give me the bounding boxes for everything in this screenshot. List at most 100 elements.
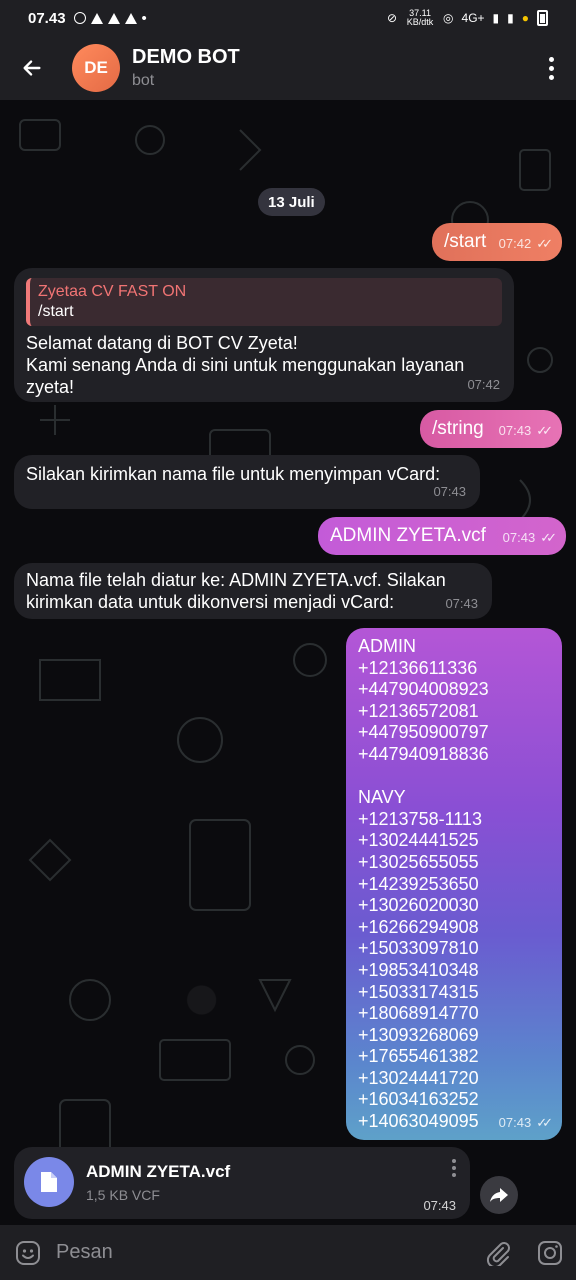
more-options-button[interactable] <box>526 36 576 100</box>
message-line: +447904008923 <box>358 679 489 700</box>
message-line: +15033097810 <box>358 938 479 959</box>
message-meta: 07:43 ✓✓ <box>498 420 553 442</box>
outgoing-message[interactable]: ADMIN +12136611336 +447904008923 +121365… <box>346 628 562 1140</box>
message-input-bar <box>0 1225 576 1280</box>
message-text: /string <box>432 418 484 439</box>
hotspot-icon: ◎ <box>443 11 454 25</box>
message-line: NAVY <box>358 787 406 808</box>
network-type: 4G+ <box>461 11 485 25</box>
message-line <box>358 766 550 788</box>
file-message[interactable]: ADMIN ZYETA.vcf 1,5 KB VCF 07:43 <box>14 1147 470 1219</box>
read-check-icon: ✓✓ <box>536 1115 553 1131</box>
message-line: zyeta! <box>26 377 75 397</box>
message-time: 07:43 <box>445 596 478 611</box>
message-line: +1213758-1113 <box>358 808 482 829</box>
outgoing-message[interactable]: /string 07:43 ✓✓ <box>420 410 562 448</box>
share-icon <box>490 1188 508 1202</box>
message-time: 07:43 <box>498 1115 532 1131</box>
message-input[interactable] <box>56 1232 472 1273</box>
message-line: +13025655055 <box>358 851 479 872</box>
battery-icon <box>537 10 548 26</box>
whatsapp-icon <box>73 12 86 24</box>
more-notifications-icon: • <box>141 9 147 27</box>
avatar[interactable]: DE <box>72 44 120 92</box>
message-line: Selamat datang di BOT CV Zyeta! <box>26 333 298 353</box>
message-time: 07:42 <box>467 377 500 392</box>
signal-icon: ▮ <box>507 11 514 25</box>
file-size: 1,5 KB VCF <box>86 1187 160 1203</box>
message-time: 07:43 <box>423 1198 456 1213</box>
message-line: +17655461382 <box>358 1046 479 1067</box>
arrow-left-icon <box>23 60 41 76</box>
status-right: ⊘ 37.11 KB/dtk ◎ 4G+ ▮ ▮ ● <box>387 9 548 27</box>
dot-icon <box>548 65 554 71</box>
document-icon <box>41 1172 57 1192</box>
message-line: +12136611336 <box>358 657 478 678</box>
outgoing-message[interactable]: ADMIN ZYETA.vcf 07:43 ✓✓ <box>318 517 566 555</box>
dot-icon <box>452 1173 456 1177</box>
message-line: +13024441720 <box>358 1067 479 1088</box>
message-time: 07:43 <box>433 484 466 499</box>
message-meta: 07:43 ✓✓ <box>502 527 557 549</box>
status-time: 07.43 <box>28 9 66 27</box>
outgoing-message[interactable]: /start 07:42 ✓✓ <box>432 223 562 261</box>
camera-icon <box>538 1240 562 1265</box>
file-options-button[interactable] <box>452 1159 456 1177</box>
net-speed: 37.11 KB/dtk <box>406 8 434 27</box>
incoming-message[interactable]: Zyetaa CV FAST ON /start Selamat datang … <box>14 268 514 402</box>
chat-header: DE DEMO BOT bot <box>0 36 576 100</box>
signal-icon: ▮ <box>492 11 500 25</box>
message-time: 07:43 <box>502 530 536 545</box>
file-name: ADMIN ZYETA.vcf <box>86 1162 231 1181</box>
message-time: 07:43 <box>498 423 532 438</box>
read-check-icon: ✓✓ <box>536 236 553 251</box>
emoji-button[interactable] <box>0 1225 56 1280</box>
dot-icon <box>548 74 554 80</box>
message-text: ADMIN ZYETA.vcf <box>330 525 486 546</box>
reply-text: /start <box>38 303 74 320</box>
status-bar: 07.43 • ⊘ 37.11 KB/dtk ◎ 4G+ ▮ ▮ ● <box>0 0 576 36</box>
message-line: +14239253650 <box>358 873 479 894</box>
message-line: +12136572081 <box>358 700 479 721</box>
paperclip-icon <box>486 1241 510 1266</box>
message-line: +13093268069 <box>358 1024 479 1045</box>
camera-button[interactable] <box>524 1225 576 1280</box>
charging-icon: ● <box>521 11 529 25</box>
mute-icon: ⊘ <box>386 11 398 25</box>
chat-title: DEMO BOT <box>132 46 240 68</box>
message-text: Silakan kirimkan nama file untuk menyimp… <box>26 464 441 484</box>
message-meta: 07:42 ✓✓ <box>498 233 553 255</box>
message-time: 07:42 <box>498 236 532 251</box>
message-line: +13024441525 <box>358 830 479 851</box>
message-line: +15033174315 <box>358 981 479 1002</box>
telegram-icon <box>107 12 120 24</box>
message-line: +16266294908 <box>358 916 479 937</box>
message-text: Selamat datang di BOT CV Zyeta! Kami sen… <box>26 332 502 398</box>
file-download-button[interactable] <box>24 1157 74 1207</box>
message-line: +19853410348 <box>358 959 479 980</box>
incoming-message[interactable]: Nama file telah diatur ke: ADMIN ZYETA.v… <box>14 563 492 619</box>
attach-button[interactable] <box>472 1225 524 1280</box>
message-meta: 07:43 ✓✓ <box>498 1112 553 1134</box>
date-separator: 13 Juli <box>258 188 325 216</box>
message-line: +447950900797 <box>358 722 489 743</box>
reply-quote[interactable]: Zyetaa CV FAST ON /start <box>26 278 502 326</box>
dot-icon <box>548 56 554 62</box>
chat-area[interactable]: 13 Juli /start 07:42 ✓✓ Zyetaa CV FAST O… <box>0 100 576 1225</box>
message-line: +16034163252 <box>358 1089 479 1110</box>
message-line: kirimkan data untuk dikonversi menjadi v… <box>26 592 395 612</box>
telegram-icon <box>90 12 103 24</box>
chat-subtitle: bot <box>132 72 155 89</box>
message-line: +18068914770 <box>358 1003 479 1024</box>
forward-button[interactable] <box>480 1176 518 1214</box>
message-text: /start <box>444 231 487 252</box>
message-line: +447940918836 <box>358 743 489 764</box>
notification-icons: • <box>73 9 147 27</box>
incoming-message[interactable]: Silakan kirimkan nama file untuk menyimp… <box>14 455 480 509</box>
message-line: Nama file telah diatur ke: ADMIN ZYETA.v… <box>26 570 446 590</box>
back-button[interactable] <box>0 36 64 100</box>
message-line: +13026020030 <box>358 895 479 916</box>
dot-icon <box>452 1159 456 1163</box>
read-check-icon: ✓✓ <box>536 423 553 438</box>
chat-title-block[interactable]: DEMO BOT bot <box>132 46 240 90</box>
